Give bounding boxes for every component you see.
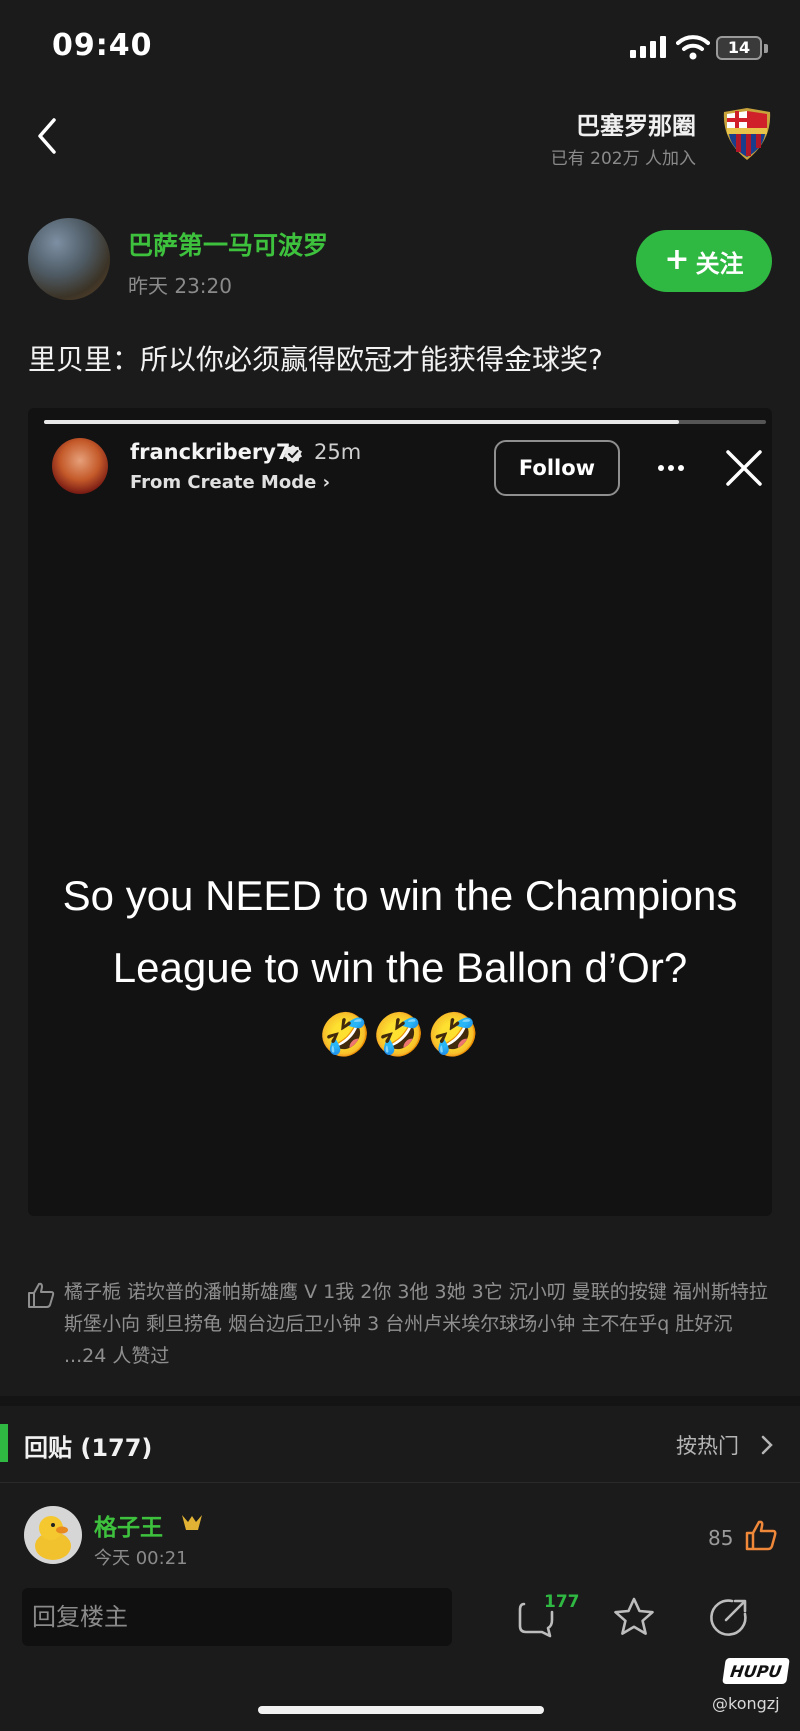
section-divider — [0, 1396, 800, 1406]
follow-button[interactable]: + 关注 — [636, 230, 772, 292]
author-name[interactable]: 巴萨第一马可波罗 — [128, 226, 328, 262]
follow-button-label: 关注 — [695, 249, 744, 278]
story-caption: So you NEED to win the Champions League … — [60, 860, 740, 1004]
story-age: 25m — [314, 440, 362, 464]
story-username: franckribery7 — [130, 440, 291, 464]
battery-tip — [764, 44, 768, 53]
reply-username[interactable]: 格子王 — [94, 1508, 163, 1542]
reply-timestamp: 今天 00:21 — [94, 1548, 188, 1569]
cellular-signal-icon — [630, 36, 666, 58]
story-progress-fill — [44, 420, 680, 424]
favorite-star-icon[interactable] — [612, 1596, 656, 1638]
laughing-emoji: 🤣🤣🤣 — [318, 1010, 482, 1059]
story-user-avatar — [52, 438, 108, 494]
sort-dropdown[interactable]: 按热门 — [676, 1430, 739, 1460]
post-title: 里贝里：所以你必须赢得欧冠才能获得金球奖? — [28, 343, 603, 376]
close-icon — [726, 450, 762, 486]
plus-icon: + — [664, 242, 690, 277]
thumbs-up-icon[interactable] — [744, 1518, 778, 1552]
post-timestamp: 昨天 23:20 — [128, 274, 232, 298]
user-level-badge-icon — [182, 1515, 202, 1530]
story-mode-link: From Create Mode › — [130, 472, 330, 493]
more-options-icon — [658, 465, 684, 471]
reply-like-count: 85 — [708, 1526, 734, 1550]
back-arrow-icon[interactable] — [34, 116, 60, 156]
status-time: 09:40 — [52, 28, 153, 63]
thumbs-up-icon[interactable] — [26, 1280, 56, 1310]
reply-input[interactable]: 回复楼主 — [22, 1588, 452, 1646]
row-divider — [0, 1482, 800, 1483]
chevron-right-icon[interactable] — [760, 1434, 774, 1456]
story-follow-button: Follow — [494, 440, 620, 496]
story-screenshot[interactable] — [28, 408, 772, 1216]
watermark-handle: @kongzj — [712, 1694, 780, 1713]
circle-member-count: 已有 202万 人加入 — [550, 149, 696, 169]
verified-badge-icon — [284, 445, 302, 463]
replies-title: 回贴 (177) — [24, 1434, 153, 1462]
circle-name[interactable]: 巴塞罗那圈 — [576, 106, 696, 141]
comment-count-badge: 177 — [544, 1592, 580, 1612]
story-mode-label: From Create Mode — [130, 472, 317, 493]
battery-icon: 14 — [716, 36, 762, 60]
battery-level: 14 — [727, 38, 751, 57]
hupu-logo: HUPU — [722, 1658, 790, 1684]
home-indicator[interactable] — [258, 1706, 544, 1714]
section-accent-bar — [0, 1424, 8, 1462]
story-caption-line-2: League to win the Ballon d’Or? — [112, 944, 688, 991]
reply-user-avatar[interactable] — [24, 1506, 82, 1564]
author-avatar[interactable] — [28, 218, 110, 300]
duck-avatar-icon — [24, 1506, 82, 1564]
story-caption-line-1: So you NEED to win the Champions — [62, 872, 738, 919]
club-crest-icon[interactable] — [720, 106, 774, 162]
share-icon[interactable] — [708, 1596, 750, 1638]
chevron-right-icon: › — [322, 472, 331, 493]
wifi-icon — [676, 35, 710, 60]
liked-by-list[interactable]: 橘子栀 诺坎普的潘帕斯雄鹰 V 1我 2你 3他 3她 3它 沉小叨 曼联的按键… — [64, 1276, 776, 1372]
